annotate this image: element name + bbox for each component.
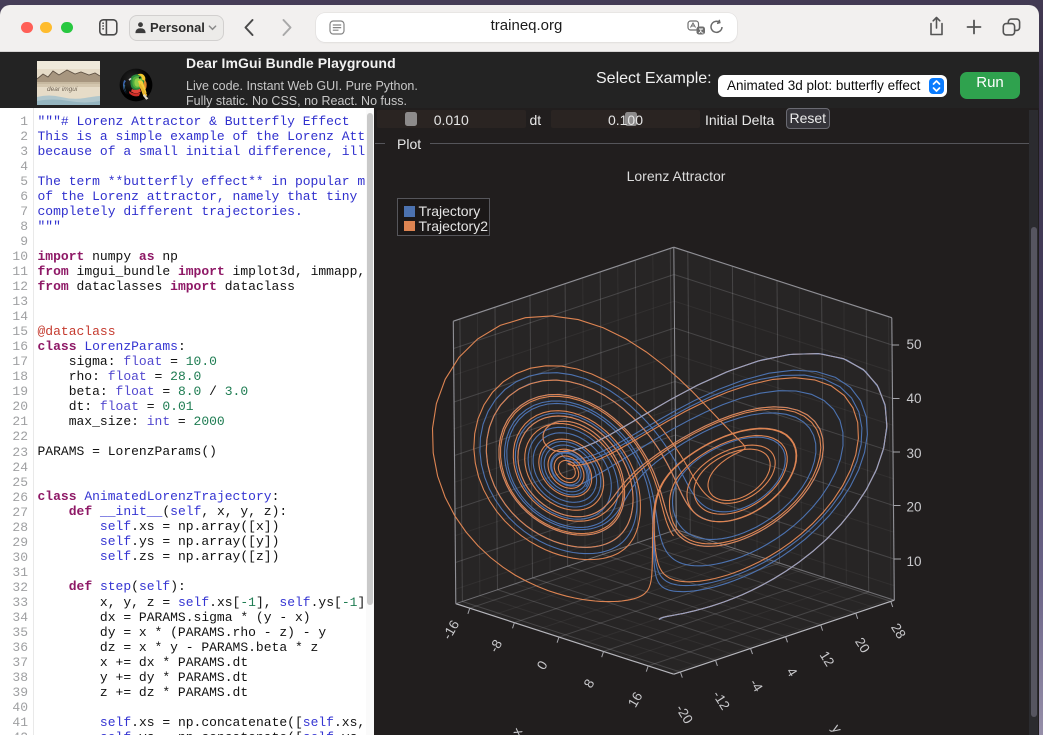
svg-text:-16: -16 bbox=[440, 618, 463, 642]
svg-text:-8: -8 bbox=[486, 637, 505, 655]
svg-text:50: 50 bbox=[907, 337, 922, 352]
svg-text:30: 30 bbox=[907, 446, 922, 461]
svg-text:12: 12 bbox=[817, 648, 838, 669]
svg-text:-20: -20 bbox=[673, 702, 696, 726]
svg-text:20: 20 bbox=[852, 635, 873, 656]
svg-text:y: y bbox=[829, 722, 845, 735]
svg-text:4: 4 bbox=[784, 665, 801, 680]
svg-text:16: 16 bbox=[625, 689, 646, 710]
svg-text:-4: -4 bbox=[747, 676, 766, 695]
svg-text:28: 28 bbox=[888, 621, 909, 642]
svg-text:20: 20 bbox=[907, 499, 922, 514]
svg-text:-12: -12 bbox=[710, 688, 733, 712]
svg-text:0: 0 bbox=[534, 658, 551, 672]
svg-text:dear imgui: dear imgui bbox=[47, 86, 78, 93]
svg-text:40: 40 bbox=[907, 391, 922, 406]
svg-text:x: x bbox=[509, 725, 525, 735]
svg-text:8: 8 bbox=[581, 677, 598, 691]
svg-text:10: 10 bbox=[907, 554, 922, 569]
